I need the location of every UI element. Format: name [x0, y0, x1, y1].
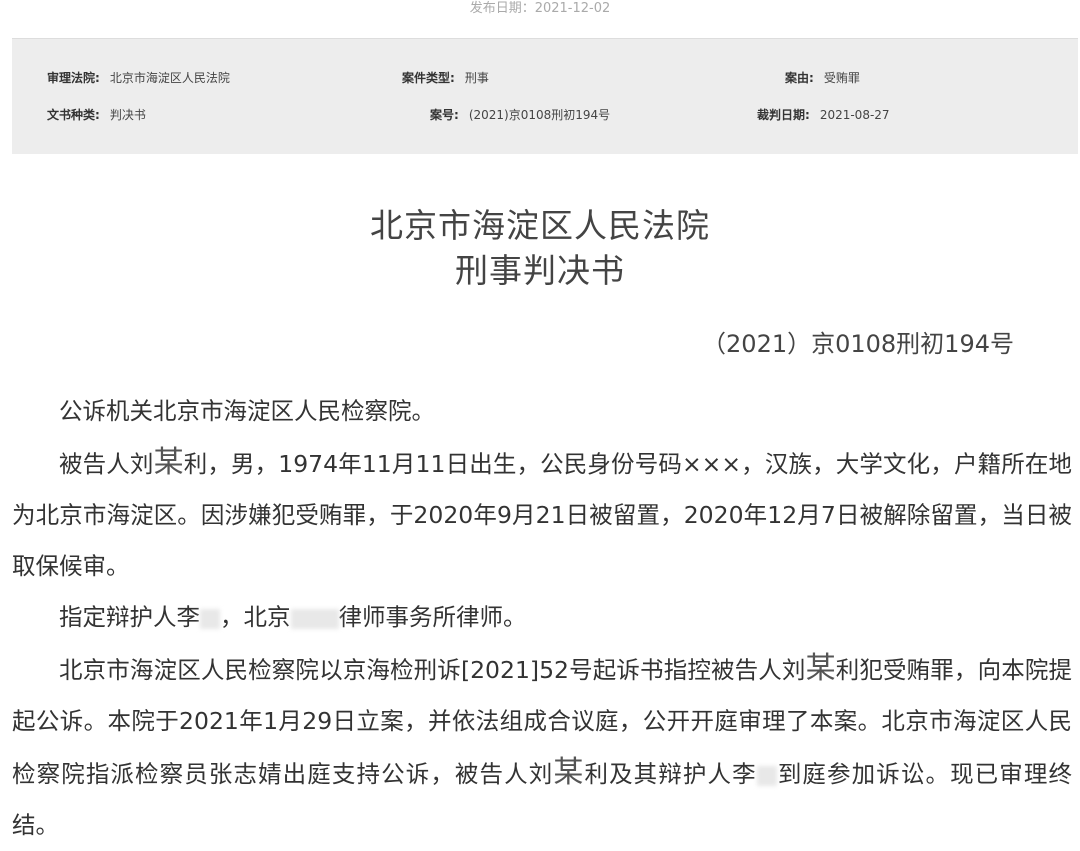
paragraph-proceedings: 北京市海淀区人民检察院以京海检刑诉[2021]52号起诉书指控被告人刘某利犯受贿…: [12, 643, 1072, 851]
doc-title-court: 北京市海淀区人民法院: [370, 206, 710, 245]
cause-label: 案由:: [785, 71, 814, 85]
case-no-value: (2021)京0108刑初194号: [468, 108, 611, 122]
text-segment: 利及其辩护人李: [584, 760, 757, 788]
case-type-label: 案件类型:: [402, 71, 455, 85]
case-type-field: 案件类型: 刑事: [402, 70, 489, 86]
redaction-mark: 某: [805, 651, 836, 686]
doc-title-type: 刑事判决书: [455, 251, 625, 290]
case-no-label: 案号:: [430, 108, 459, 122]
text-segment: ，北京: [220, 603, 291, 631]
judge-date-field: 裁判日期: 2021-08-27: [757, 107, 890, 123]
court-field: 审理法院: 北京市海淀区人民法院: [47, 70, 230, 86]
doc-type-field: 文书种类: 判决书: [47, 107, 146, 123]
paragraph-prosecutor: 公诉机关北京市海淀区人民检察院。: [59, 397, 435, 425]
publish-date: 发布日期：2021-12-02: [469, 1, 611, 16]
text-segment: 北京市海淀区人民检察院以京海检刑诉[2021]52号起诉书指控被告人刘: [59, 656, 806, 684]
judge-date-value: 2021-08-27: [819, 108, 890, 122]
document-body: 公诉机关北京市海淀区人民检察院。 被告人刘某利，男，1974年11月11日出生，…: [12, 386, 1072, 851]
text-segment: 律师事务所律师。: [338, 603, 527, 631]
court-label: 审理法院:: [47, 71, 100, 85]
redacted-blur: [290, 608, 339, 629]
doc-case-number: （2021）京0108刑初194号: [702, 330, 1014, 358]
redaction-mark: 某: [553, 755, 585, 790]
redaction-mark: 某: [153, 445, 184, 480]
paragraph-defender: 指定辩护人李 ，北京 律师事务所律师。: [12, 592, 1072, 643]
redacted-blur: [200, 608, 220, 629]
cause-value: 受贿罪: [823, 71, 860, 85]
redacted-blur: [756, 765, 777, 786]
text-segment: 被告人刘: [59, 450, 154, 478]
case-info-panel: 审理法院: 北京市海淀区人民法院 案件类型: 刑事 案由: 受贿罪 文书种类: 判决书 …: [12, 38, 1078, 154]
case-no-field: 案号: (2021)京0108刑初194号: [430, 107, 610, 123]
text-segment: 指定辩护人李: [59, 603, 200, 631]
cause-field: 案由: 受贿罪: [785, 70, 860, 86]
judge-date-label: 裁判日期:: [757, 108, 810, 122]
case-type-value: 刑事: [464, 71, 489, 85]
doc-type-value: 判决书: [109, 108, 146, 122]
court-value: 北京市海淀区人民法院: [109, 71, 230, 85]
doc-type-label: 文书种类:: [47, 108, 100, 122]
paragraph-defendant: 被告人刘某利，男，1974年11月11日出生，公民身份号码×××，汉族，大学文化…: [12, 437, 1072, 592]
